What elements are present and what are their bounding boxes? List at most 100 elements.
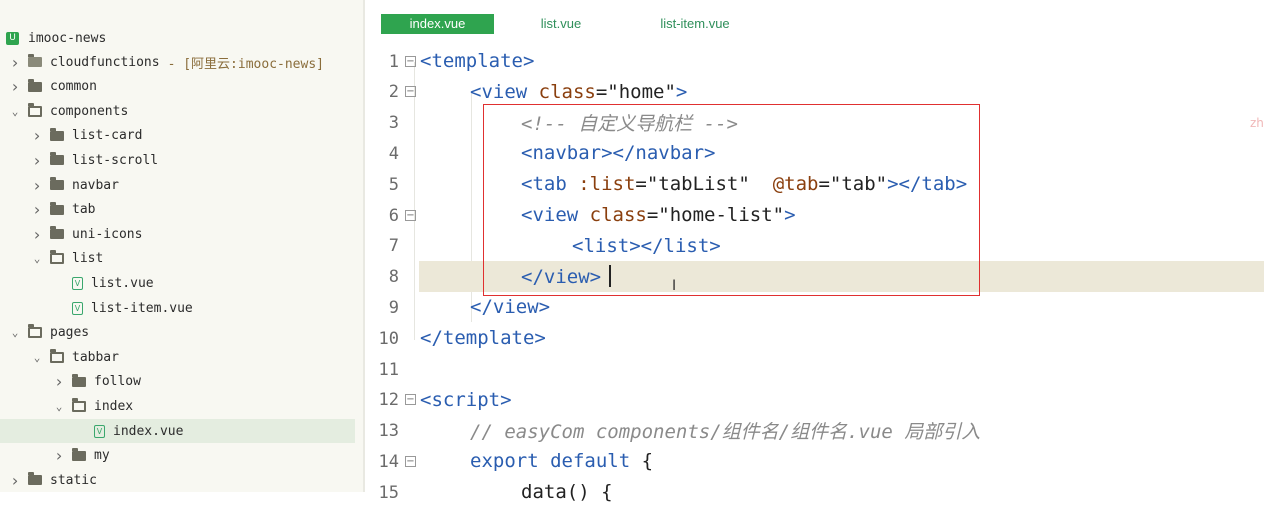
tree-item[interactable]: › list-scroll: [0, 148, 355, 172]
code-editor[interactable]: 1−2−3 4 5 6−7 8 9 10 11 12−13 14−15 <template> <v…: [365, 44, 1264, 503]
folder-open-icon: [28, 324, 42, 339]
chevron-right-icon[interactable]: ›: [8, 471, 22, 490]
folder-icon: [50, 152, 64, 166]
code-line: data() {: [365, 477, 1264, 508]
tree-item-label: tabbar: [72, 349, 119, 365]
tab-list-item-vue[interactable]: list-item.vue: [645, 14, 745, 34]
code-line: export default {: [365, 446, 1264, 477]
chevron-right-icon[interactable]: ›: [30, 151, 44, 170]
code-comment: <!-- 自定义导航栏 -->: [521, 113, 738, 136]
folder-open-icon: [50, 348, 64, 363]
tree-item[interactable]: › list-card: [0, 124, 355, 148]
folder-open-icon: [50, 250, 64, 265]
code-text: data() {: [521, 481, 613, 504]
code-line: <list></list>: [365, 230, 1264, 261]
vue-file-icon: V: [94, 424, 105, 438]
folder-open-icon: [28, 102, 42, 117]
folder-icon: [28, 78, 42, 92]
uni-app-project-icon: U: [6, 31, 19, 45]
folder-icon: [50, 127, 64, 141]
chevron-right-icon[interactable]: ›: [52, 446, 66, 465]
code-line: <tab :list="tabList" @tab="tab"></tab>: [365, 169, 1264, 200]
chevron-right-icon[interactable]: ›: [52, 372, 66, 391]
tree-item[interactable]: › my: [0, 444, 355, 468]
folder-icon: [50, 226, 64, 240]
tree-item-label: components: [50, 103, 129, 119]
tree-item[interactable]: › navbar: [0, 173, 355, 197]
tree-item[interactable]: ⌄ components: [0, 99, 355, 123]
tree-item[interactable]: ⌄ index: [0, 394, 355, 418]
tree-item-label: index: [94, 398, 134, 414]
chevron-down-icon[interactable]: ⌄: [30, 351, 44, 364]
tree-item-label: list-scroll: [72, 152, 159, 168]
code-line: <view class="home">: [365, 76, 1264, 107]
tab-index-vue[interactable]: index.vue: [381, 14, 494, 34]
tree-item-label: my: [94, 448, 110, 464]
tree-item[interactable]: › follow: [0, 370, 355, 394]
chevron-right-icon[interactable]: ›: [30, 225, 44, 244]
chevron-down-icon[interactable]: ⌄: [30, 252, 44, 265]
tree-item-label: list.vue: [91, 275, 154, 291]
code-text: <navbar></navbar>: [521, 142, 716, 165]
chevron-right-icon[interactable]: ›: [8, 77, 22, 96]
tree-item[interactable]: Vlist.vue: [0, 271, 355, 295]
vue-file-icon: V: [72, 276, 83, 290]
line-number: 8: [388, 267, 399, 288]
cloud-provider-tag: - [阿里云:imooc-news]: [167, 56, 324, 72]
tree-item-label: imooc-news: [28, 30, 107, 46]
code-text: <view class="home-list">: [521, 203, 796, 226]
folder-icon: [28, 472, 42, 486]
editor-tab-bar: index.vue list.vue list-item.vue: [365, 0, 1264, 44]
tree-item-label: list-item.vue: [91, 300, 193, 316]
tree-item[interactable]: ⌄ tabbar: [0, 345, 355, 369]
tree-item[interactable]: ⌄ list: [0, 247, 355, 271]
tree-item[interactable]: ⌄ pages: [0, 321, 355, 345]
tree-item-label: uni-icons: [72, 226, 143, 242]
code-line: <view class="home-list">: [365, 200, 1264, 231]
chevron-right-icon[interactable]: ›: [30, 126, 44, 145]
tree-item[interactable]: › uni-icons: [0, 222, 355, 246]
tab-label: list-item.vue: [660, 16, 730, 31]
code-text: <list></list>: [572, 234, 721, 257]
tree-item-label: tab: [72, 202, 96, 218]
code-text: export default {: [470, 450, 654, 473]
chevron-right-icon[interactable]: ›: [8, 53, 22, 72]
tab-list-vue[interactable]: list.vue: [525, 14, 597, 34]
chevron-right-icon[interactable]: ›: [30, 200, 44, 219]
code-text: </view>: [470, 296, 551, 319]
folder-icon: [72, 373, 86, 387]
chevron-down-icon[interactable]: ⌄: [8, 326, 22, 339]
tree-item-project-root[interactable]: U imooc-news: [0, 26, 355, 50]
text-cursor: [609, 265, 611, 287]
margin-hint: zh: [1250, 116, 1264, 130]
tree-item[interactable]: › cloudfunctions - [阿里云:imooc-news]: [0, 50, 355, 74]
chevron-down-icon[interactable]: ⌄: [8, 105, 22, 118]
chevron-right-icon[interactable]: ›: [30, 176, 44, 195]
code-text: </view>: [521, 265, 602, 288]
tree-item-label: pages: [50, 325, 90, 341]
tree-item[interactable]: Vlist-item.vue: [0, 296, 355, 320]
tree-item[interactable]: › tab: [0, 198, 355, 222]
tree-item-label: index.vue: [113, 423, 184, 439]
cloud-folder-icon: [28, 54, 42, 67]
code-text: </template>: [420, 327, 546, 350]
folder-icon: [72, 447, 86, 461]
project-explorer: U imooc-news › cloudfunctions - [阿里云:imooc…: [0, 0, 363, 492]
tree-item-label: cloudfunctions: [50, 54, 160, 70]
code-line: <!-- 自定义导航栏 -->: [365, 107, 1264, 138]
vue-file-icon: V: [72, 301, 83, 315]
chevron-down-icon[interactable]: ⌄: [52, 400, 66, 413]
folder-open-icon: [72, 397, 86, 412]
folder-icon: [50, 201, 64, 215]
tree-item-label: list: [72, 251, 104, 267]
tree-item-label: list-card: [72, 128, 143, 144]
tree-item[interactable]: Vindex.vue: [0, 419, 355, 443]
tree-item-label: navbar: [72, 177, 119, 193]
code-line: <template>: [365, 46, 1264, 77]
tree-item[interactable]: › static: [0, 468, 355, 492]
tree-item-label: static: [50, 472, 97, 488]
code-text: <template>: [420, 49, 535, 72]
tree-item[interactable]: › common: [0, 75, 355, 99]
code-comment: // easyCom components/组件名/组件名.vue 局部引入: [470, 421, 981, 444]
code-text: <tab :list="tabList" @tab="tab"></tab>: [521, 173, 968, 196]
